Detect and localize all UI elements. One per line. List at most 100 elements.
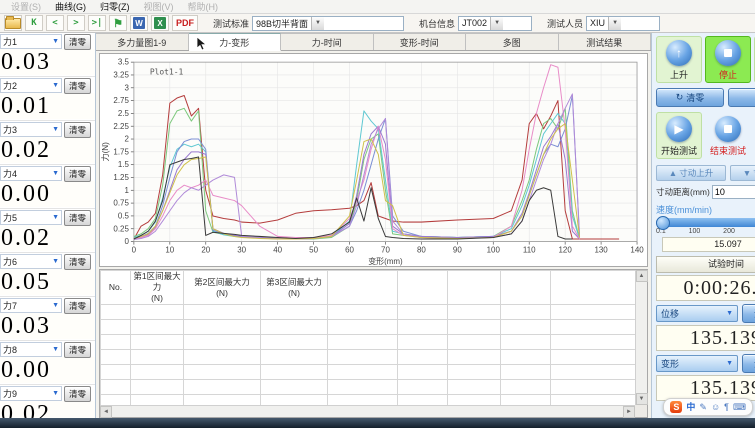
- prev-record-icon: <: [52, 18, 57, 28]
- open-file-button[interactable]: [4, 15, 22, 31]
- channel-clear-button[interactable]: 清零: [64, 210, 91, 226]
- channel-select[interactable]: 力2▼: [0, 78, 62, 93]
- table-row[interactable]: [101, 380, 636, 395]
- svg-text:140: 140: [630, 246, 644, 255]
- channel-label: 力7: [3, 299, 17, 312]
- smiley-icon[interactable]: ☺: [711, 403, 720, 412]
- tab-力-时间[interactable]: 力-时间: [281, 33, 374, 50]
- flag-button[interactable]: ⚑: [109, 15, 127, 31]
- start-test-label: 开始测试: [661, 144, 697, 157]
- table-row[interactable]: [101, 365, 636, 380]
- pen-icon[interactable]: ✎: [699, 403, 707, 412]
- channel-select[interactable]: 力3▼: [0, 122, 62, 137]
- crosshead-up-button[interactable]: ↑ 上升: [656, 36, 702, 83]
- svg-text:30: 30: [237, 246, 246, 255]
- channel-select[interactable]: 力6▼: [0, 254, 62, 269]
- vertical-scrollbar[interactable]: ▲ ▼: [635, 270, 647, 405]
- svg-text:1.5: 1.5: [118, 160, 130, 169]
- windows-taskbar[interactable]: [0, 418, 755, 428]
- tester-value: XIU: [587, 18, 608, 28]
- channel-select[interactable]: 力4▼: [0, 166, 62, 181]
- prev-record-button[interactable]: <: [46, 15, 64, 31]
- displacement-clear-button[interactable]: 清零: [742, 304, 755, 323]
- channel-label: 力1: [3, 35, 17, 48]
- channel-select[interactable]: 力9▼: [0, 386, 62, 401]
- test-standard-select[interactable]: 98B切半背面 ▼: [252, 16, 404, 31]
- force-channel: 力3▼清零0.02: [0, 121, 95, 165]
- table-row[interactable]: [101, 335, 636, 350]
- channel-select[interactable]: 力7▼: [0, 298, 62, 313]
- export-word-button[interactable]: W: [130, 15, 148, 31]
- deformation-clear-button[interactable]: 清零: [742, 354, 755, 373]
- slider-thumb[interactable]: [656, 216, 670, 230]
- svg-text:2.25: 2.25: [113, 122, 129, 131]
- stop-button[interactable]: 停止: [705, 36, 751, 83]
- channel-force-value: 0.05: [0, 269, 95, 295]
- tab-变形-时间[interactable]: 变形-时间: [374, 33, 467, 50]
- menu-item[interactable]: 曲线(G): [48, 0, 93, 13]
- svg-text:0: 0: [132, 246, 137, 255]
- channel-clear-button[interactable]: 清零: [64, 166, 91, 182]
- end-test-button[interactable]: 结束测试: [705, 112, 751, 159]
- svg-text:40: 40: [273, 246, 282, 255]
- table-row[interactable]: [101, 350, 636, 365]
- export-excel-button[interactable]: X: [151, 15, 169, 31]
- menu-bar: 设置(S)曲线(G)归零(Z)视图(V)帮助(H): [0, 0, 755, 14]
- svg-text:1: 1: [124, 186, 129, 195]
- channel-select[interactable]: 力1▼: [0, 34, 62, 49]
- sogou-logo-icon[interactable]: S: [670, 401, 682, 413]
- svg-text:2.75: 2.75: [113, 96, 129, 105]
- main-area: 多力量图1-9力-变形力-时间变形-时间多图测试结果 0102030405060…: [96, 33, 652, 420]
- jog-up-button[interactable]: ▲ 寸动上升: [656, 165, 726, 181]
- start-test-button[interactable]: ▶ 开始测试: [656, 112, 702, 159]
- next-record-button[interactable]: >: [67, 15, 85, 31]
- displacement-select[interactable]: 位移 ▼: [656, 305, 738, 322]
- menu-item: 设置(S): [4, 0, 48, 13]
- channel-clear-button[interactable]: 清零: [64, 122, 91, 138]
- ime-toolbar[interactable]: S 中 ✎ ☺ ¶ ⌨: [663, 398, 753, 416]
- scroll-left-icon[interactable]: ◄: [100, 406, 112, 418]
- table-row[interactable]: [101, 305, 636, 320]
- ime-mode-icon[interactable]: 中: [686, 403, 695, 412]
- last-record-button[interactable]: >|: [88, 15, 106, 31]
- tab-多力量图1-9[interactable]: 多力量图1-9: [96, 33, 189, 50]
- svg-text:100: 100: [487, 246, 501, 255]
- speed-scale-tick: 200: [723, 228, 735, 235]
- horizontal-scrollbar[interactable]: ◄ ►: [100, 405, 635, 417]
- jog-down-button[interactable]: ▼ 寸动下降: [730, 165, 755, 181]
- chevron-down-icon: ▼: [726, 310, 733, 317]
- force-channel: 力9▼清零0.02: [0, 385, 95, 420]
- force-channel: 力2▼清零0.01: [0, 77, 95, 121]
- results-table: No.第1区间最大力(N)第2区间最大力(N)第3区间最大力(N): [100, 270, 635, 405]
- table-row[interactable]: [101, 395, 636, 406]
- export-pdf-button[interactable]: PDF: [172, 15, 198, 31]
- tab-力-变形[interactable]: 力-变形: [189, 33, 282, 51]
- channel-clear-button[interactable]: 清零: [64, 34, 91, 50]
- deformation-select[interactable]: 变形 ▼: [656, 355, 738, 372]
- menu-item[interactable]: 归零(Z): [93, 0, 137, 13]
- tab-多图[interactable]: 多图: [466, 33, 559, 50]
- svg-text:20: 20: [201, 246, 210, 255]
- channel-clear-button[interactable]: 清零: [64, 386, 91, 402]
- tab-测试结果[interactable]: 测试结果: [559, 33, 652, 50]
- channel-clear-button[interactable]: 清零: [64, 342, 91, 358]
- keyboard-icon[interactable]: ⌨: [733, 403, 746, 412]
- return-origin-button[interactable]: ⇵: [728, 88, 755, 107]
- scroll-down-icon[interactable]: ▼: [636, 393, 648, 405]
- channel-clear-button[interactable]: 清零: [64, 78, 91, 94]
- channel-clear-button[interactable]: 清零: [64, 298, 91, 314]
- clear-zero-button[interactable]: ↻ 清零: [656, 88, 724, 107]
- channel-clear-button[interactable]: 清零: [64, 254, 91, 270]
- tester-select[interactable]: XIU ▼: [586, 16, 660, 31]
- mic-icon[interactable]: ¶: [724, 403, 729, 412]
- scroll-right-icon[interactable]: ►: [623, 406, 635, 418]
- deformation-select-label: 变形: [661, 357, 679, 370]
- table-row[interactable]: [101, 320, 636, 335]
- machine-select[interactable]: JT002 ▼: [458, 16, 532, 31]
- channel-select[interactable]: 力8▼: [0, 342, 62, 357]
- channel-select[interactable]: 力5▼: [0, 210, 62, 225]
- scroll-up-icon[interactable]: ▲: [636, 270, 648, 282]
- jog-distance-input[interactable]: [712, 185, 755, 199]
- first-record-button[interactable]: K: [25, 15, 43, 31]
- speed-slider[interactable]: [656, 218, 755, 227]
